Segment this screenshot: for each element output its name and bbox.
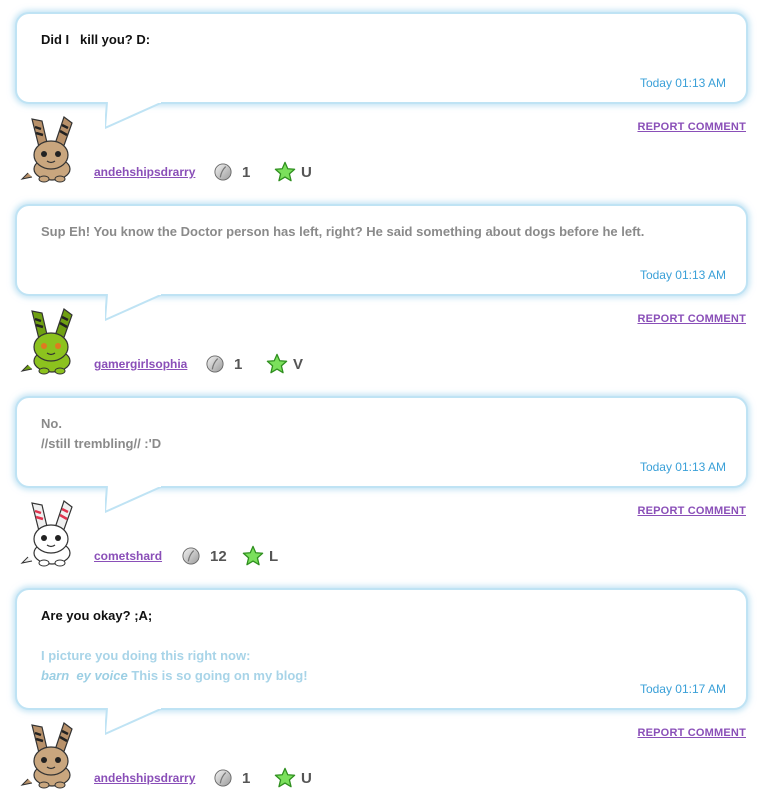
green-bunny-pet-avatar[interactable]: [18, 305, 80, 375]
bubble-tail: [104, 100, 167, 135]
rank-letter: V: [293, 355, 304, 373]
comment-text-segment: Did I kill you? D:: [41, 32, 151, 47]
rank-group: L: [242, 544, 278, 568]
comment-count-group: 1: [206, 352, 242, 376]
star-icon: [242, 545, 264, 567]
comment-line: Are you okay? ;A;: [41, 606, 726, 626]
comment-text-segment: barn ey voice: [41, 668, 128, 683]
bubble-tail: [104, 292, 167, 327]
comment-text-segment: Are you okay? ;A;: [41, 608, 153, 623]
comment-count-group: 1: [214, 160, 250, 184]
username-link[interactable]: andehshipsdrarry: [94, 160, 195, 184]
comment-text-segment: This is so going on my blog!: [127, 668, 308, 683]
username-link[interactable]: andehshipsdrarry: [94, 766, 195, 790]
comment-bubble: Sup Eh! You know the Doctor person has l…: [15, 204, 748, 296]
white-bunny-pet-avatar[interactable]: [18, 497, 80, 567]
username-link[interactable]: gamergirlsophia: [94, 352, 187, 376]
comment-text-segment: Sup Eh! You know the Doctor person has l…: [41, 224, 645, 239]
rank-group: U: [274, 160, 312, 184]
comment-line: Sup Eh! You know the Doctor person has l…: [41, 222, 726, 242]
bubble-tail: [104, 484, 167, 519]
comment-bubble: Did I kill you? D: Today 01:13 AM: [15, 12, 748, 104]
comment-timestamp: Today 01:13 AM: [639, 460, 726, 474]
comment-count: 1: [242, 769, 251, 787]
comment-text: Did I kill you? D:: [41, 30, 726, 50]
comment-text-segment: //still trembling// :'D: [41, 436, 162, 451]
report-comment-link[interactable]: REPORT COMMENT: [637, 121, 746, 133]
username-link[interactable]: cometshard: [94, 544, 162, 568]
comment-count: 1: [242, 163, 251, 181]
comment-count: 12: [210, 547, 227, 565]
comment-text: Are you okay? ;A; I picture you doing th…: [41, 606, 726, 686]
comment-bubble: No. //still trembling// :'D Today 01:13 AM: [15, 396, 748, 488]
comment-text: No. //still trembling// :'D: [41, 414, 726, 454]
star-icon: [274, 161, 296, 183]
comment-line: [41, 626, 726, 646]
rank-letter: L: [269, 547, 279, 565]
comment-text: Sup Eh! You know the Doctor person has l…: [41, 222, 726, 242]
report-comment-link[interactable]: REPORT COMMENT: [637, 505, 746, 517]
rank-letter: U: [301, 769, 312, 787]
tan-bunny-pet-avatar[interactable]: [18, 719, 80, 789]
comment-count: 1: [234, 355, 243, 373]
comment-timestamp: Today 01:13 AM: [639, 268, 726, 282]
comment-count-group: 12: [182, 544, 227, 568]
tan-bunny-pet-avatar[interactable]: [18, 113, 80, 183]
comment-line: I picture you doing this right now:: [41, 646, 726, 666]
rank-group: V: [266, 352, 303, 376]
rank-group: U: [274, 766, 312, 790]
comment-timestamp: Today 01:17 AM: [639, 682, 726, 696]
comment-line: No.: [41, 414, 726, 434]
coin-icon: [182, 547, 200, 565]
comment-timestamp: Today 01:13 AM: [639, 76, 726, 90]
coin-icon: [214, 769, 232, 787]
comment-text-segment: No.: [41, 416, 62, 431]
star-icon: [274, 767, 296, 789]
report-comment-link[interactable]: REPORT COMMENT: [637, 727, 746, 739]
star-icon: [266, 353, 288, 375]
comment-text-segment: I picture you doing this right now:: [41, 648, 251, 663]
comment-line: //still trembling// :'D: [41, 434, 726, 454]
bubble-tail: [104, 706, 167, 741]
coin-icon: [214, 163, 232, 181]
comment-bubble: Are you okay? ;A; I picture you doing th…: [15, 588, 748, 710]
comment-line: Did I kill you? D:: [41, 30, 726, 50]
coin-icon: [206, 355, 224, 373]
comment-line: barn ey voice This is so going on my blo…: [41, 666, 726, 686]
report-comment-link[interactable]: REPORT COMMENT: [637, 313, 746, 325]
comment-count-group: 1: [214, 766, 250, 790]
rank-letter: U: [301, 163, 312, 181]
